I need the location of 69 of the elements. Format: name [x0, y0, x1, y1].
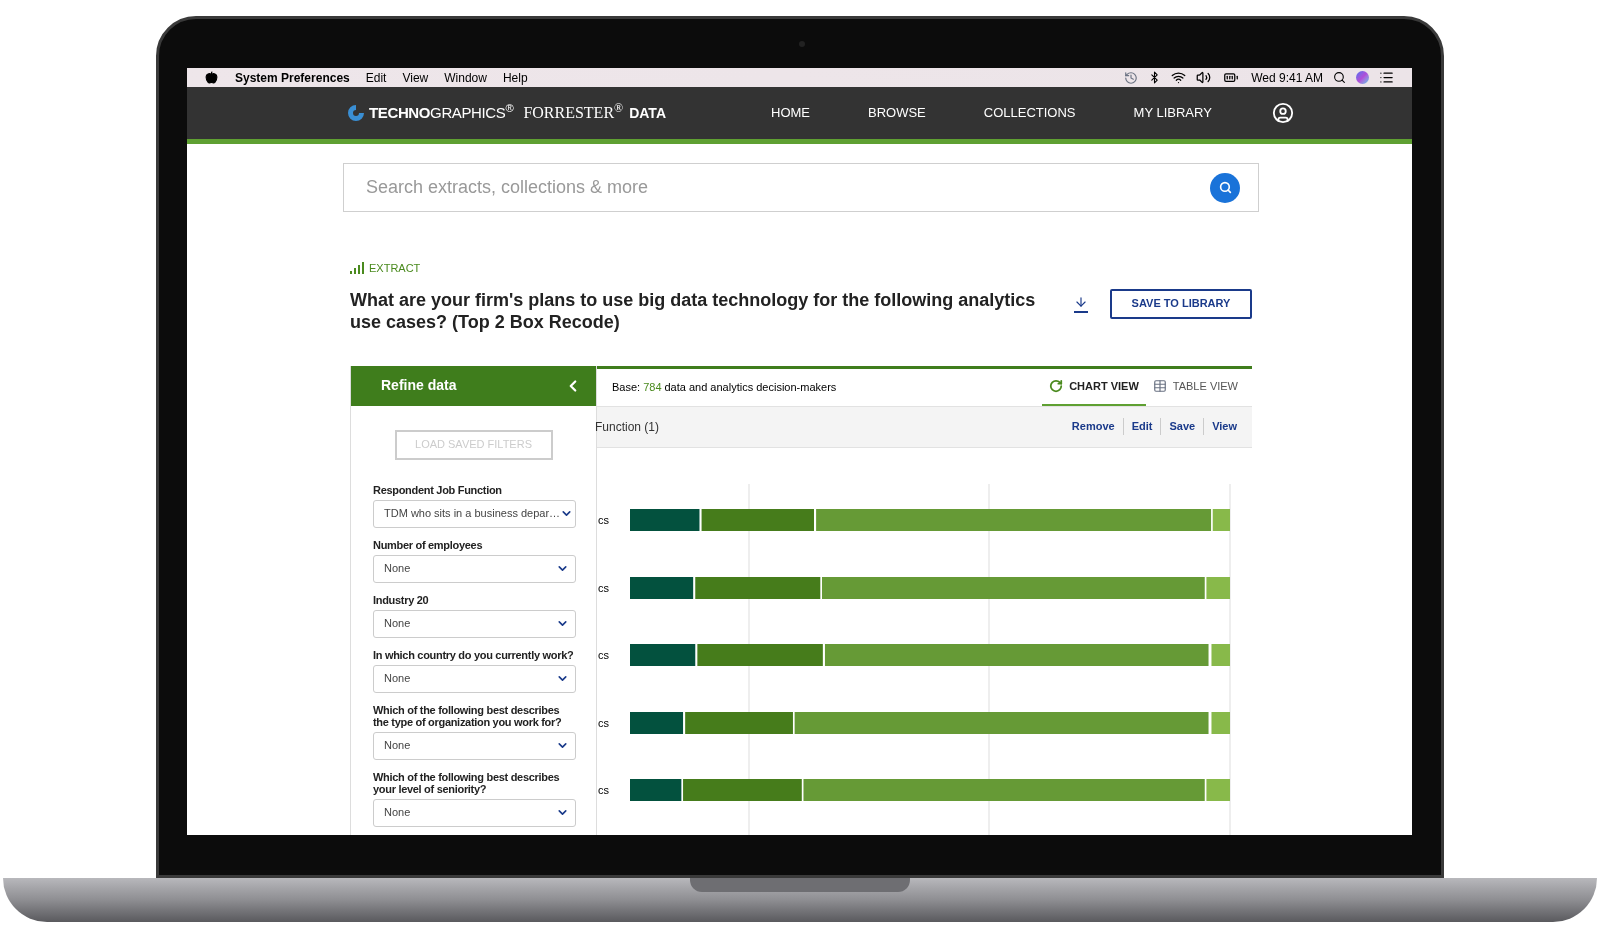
bar-chart-icon	[350, 262, 364, 275]
company-name: FORRESTER$^{®}$	[523, 101, 624, 123]
filter-summary: Function (1)	[595, 418, 660, 436]
nav-link[interactable]: COLLECTIONS	[983, 103, 1076, 123]
product-name[interactable]: TECHNOGRAPHICS$^{®}$	[369, 101, 514, 125]
row-label: cs	[598, 648, 609, 661]
apple-icon[interactable]	[205, 71, 218, 84]
row-label: cs	[598, 783, 609, 796]
view-tab[interactable]: TABLE VIEW	[1145, 368, 1245, 406]
filter-dropdown[interactable]: None	[373, 731, 576, 760]
filter-dropdown[interactable]: None	[373, 609, 576, 638]
filter-dropdown[interactable]: None	[373, 554, 576, 583]
logo-icon	[347, 104, 365, 122]
extract-title: What are your firm's plans to use big data technology for the following analytics use cases? (Top 2 Box Recode)	[350, 288, 1037, 333]
list-icon[interactable]	[1379, 70, 1394, 85]
refresh-icon	[1049, 379, 1064, 393]
row-label: cs	[598, 716, 609, 729]
menu-item[interactable]: Window	[444, 68, 487, 87]
filter-label: Which of the following best describes the type of organization you work for?	[373, 703, 563, 728]
assistant-icon[interactable]	[1356, 71, 1369, 84]
search-field[interactable]: Search extracts, collections & more	[366, 174, 1210, 201]
menu-app-name[interactable]: System Preferences	[235, 68, 350, 87]
clock-icon[interactable]	[1124, 70, 1139, 85]
dropdown-value: None	[384, 738, 412, 754]
menu-item[interactable]: View	[402, 68, 429, 87]
search-icon	[1218, 181, 1232, 194]
menu-clock[interactable]: Wed 9:41 AM	[1251, 68, 1323, 87]
download-icon	[1074, 294, 1088, 310]
menu-item[interactable]: Help	[502, 68, 528, 87]
nav-link[interactable]: MY LIBRARY	[1133, 103, 1212, 123]
bar-segment	[1211, 643, 1230, 666]
volume-icon[interactable]	[1196, 70, 1212, 85]
bar-segment	[1211, 711, 1230, 734]
dropdown-value: TDM who sits in a business depar…	[384, 506, 561, 522]
filter-label: Industry 20	[373, 593, 430, 606]
filter-dropdown[interactable]: None	[373, 798, 576, 827]
table-icon	[1152, 379, 1167, 393]
filter-action-link[interactable]: Save	[1160, 418, 1204, 435]
search-box[interactable]: Search extracts, collections & more	[343, 163, 1259, 212]
base-label: Base:	[612, 379, 641, 395]
filter-dropdown[interactable]: None	[373, 664, 576, 693]
filter-label: Number of employees	[373, 538, 484, 551]
user-avatar-icon[interactable]	[1271, 102, 1294, 124]
search-button[interactable]	[1210, 172, 1240, 203]
filter-label: In which country do you currently work?	[373, 648, 575, 661]
filter-action-link[interactable]: Edit	[1122, 418, 1161, 435]
dropdown-value: None	[384, 616, 412, 632]
filter-label: Which of the following best describes your level of seniority?	[373, 770, 561, 795]
menu-item[interactable]: Edit	[365, 68, 387, 87]
refine-title: Refine data	[381, 376, 457, 395]
dropdown-value: None	[384, 671, 412, 687]
save-to-library-button[interactable]: SAVE TO LIBRARY	[1110, 288, 1252, 319]
download-button[interactable]	[1074, 294, 1088, 313]
base-count: 784	[643, 379, 662, 395]
row-label: cs	[598, 581, 609, 594]
row-label: cs	[598, 513, 609, 526]
filter-action-link[interactable]: View	[1203, 418, 1245, 435]
filter-action-link[interactable]: Remove	[1063, 418, 1123, 435]
nav-link[interactable]: HOME	[771, 103, 810, 123]
dropdown-value: None	[384, 561, 412, 577]
filter-label: Respondent Job Function	[373, 483, 503, 496]
extract-label: EXTRACT	[369, 261, 421, 276]
wifi-icon[interactable]	[1171, 70, 1187, 85]
dropdown-value: None	[384, 805, 412, 821]
data-label: DATA	[629, 103, 666, 123]
nav-link[interactable]: BROWSE	[868, 103, 926, 123]
base-text: data and analytics decision-makers	[664, 379, 837, 395]
search-icon[interactable]	[1333, 71, 1346, 84]
filter-dropdown[interactable]: TDM who sits in a business depar…	[373, 499, 576, 528]
